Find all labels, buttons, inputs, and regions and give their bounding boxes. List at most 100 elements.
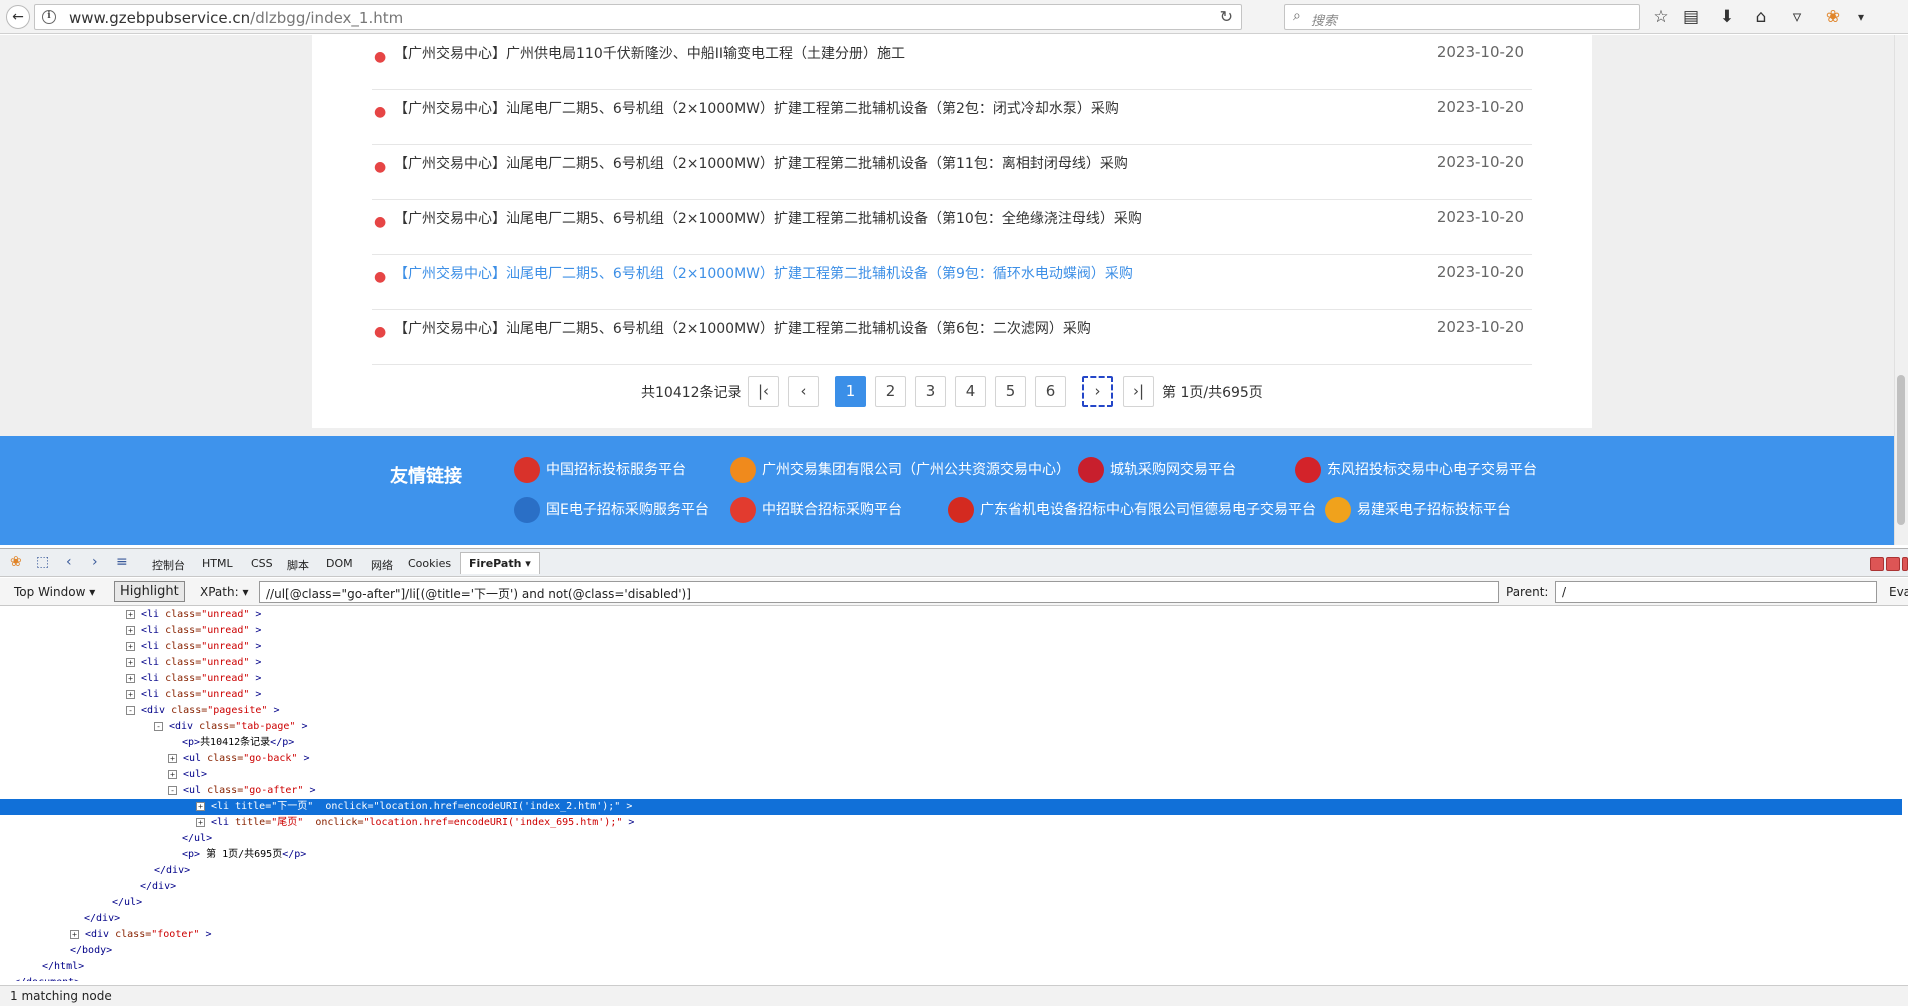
minimize-icon[interactable] [1870,557,1884,571]
bookmark-star-icon[interactable]: ☆ [1650,6,1672,28]
friend-link[interactable]: 东风招投标交易中心电子交易平台 [1295,457,1537,483]
page-button-4[interactable]: 4 [955,376,986,407]
detach-icon[interactable] [1886,557,1900,571]
dom-node[interactable]: + <li class="unread" > [0,607,1902,623]
friend-link[interactable]: 中国招标投标服务平台 [514,457,686,483]
news-item[interactable]: ● 【广州交易中心】汕尾电厂二期5、6号机组（2×1000MW）扩建工程第二批辅机… [372,145,1532,200]
dom-node[interactable]: + <li class="unread" > [0,623,1902,639]
page-button-6[interactable]: 6 [1035,376,1066,407]
news-title[interactable]: 【广州交易中心】汕尾电厂二期5、6号机组（2×1000MW）扩建工程第二批辅机设… [394,153,1128,173]
news-title[interactable]: 【广州交易中心】汕尾电厂二期5、6号机组（2×1000MW）扩建工程第二批辅机设… [394,208,1142,228]
dom-node[interactable]: </ul> [0,831,1902,847]
dom-node[interactable]: + <div class="footer" > [0,927,1902,943]
dom-node[interactable]: + <li class="unread" > [0,655,1902,671]
collapse-icon[interactable]: - [126,705,135,715]
friend-link[interactable]: 国E电子招标采购服务平台 [514,497,709,523]
news-item[interactable]: ● 【广州交易中心】汕尾电厂二期5、6号机组（2×1000MW）扩建工程第二批辅机… [372,310,1532,365]
expand-icon[interactable]: + [196,817,205,827]
dom-node[interactable]: + <li title="尾页" onclick="location.href=e… [0,815,1902,831]
home-icon[interactable]: ⌂ [1750,6,1772,28]
nav-back-icon[interactable]: ‹ [66,554,72,570]
next-page-button[interactable]: › [1082,376,1113,407]
expand-icon[interactable]: + [126,673,135,683]
url-bar[interactable]: i www.gzebpubservice.cn/dlzbgg/index_1.h… [34,4,1242,30]
dom-node[interactable]: </div> [0,863,1902,879]
firebug-icon[interactable]: ❀ [10,554,22,570]
dom-node-selected[interactable]: + <li title="下一页" onclick="location.href=… [0,799,1902,815]
menu-chevron-icon[interactable]: ▾ [1850,6,1872,28]
expand-icon[interactable]: + [70,929,79,939]
friend-link[interactable]: 中招联合招标采购平台 [730,497,902,523]
dom-node[interactable]: </ul> [0,895,1902,911]
dom-node[interactable]: + <ul class="go-back" > [0,751,1902,767]
highlight-button[interactable]: Highlight [114,581,185,602]
tab-network[interactable]: 网络 [371,557,393,573]
nav-forward-icon[interactable]: › [92,554,98,570]
expand-icon[interactable]: + [126,609,135,619]
last-page-button[interactable]: ›| [1123,376,1154,407]
news-item[interactable]: ● 【广州交易中心】汕尾电厂二期5、6号机组（2×1000MW）扩建工程第二批辅机… [372,255,1532,310]
expand-icon[interactable]: + [126,689,135,699]
expand-icon[interactable]: + [126,657,135,667]
friend-link[interactable]: 城轨采购网交易平台 [1078,457,1236,483]
info-icon[interactable]: i [42,10,56,24]
reading-list-icon[interactable]: ▤ [1680,6,1702,28]
page-scrollbar-thumb[interactable] [1897,375,1905,525]
search-input[interactable]: ⌕ 搜索 [1284,4,1640,30]
xpath-select[interactable]: XPath: ▾ [200,585,248,599]
page-button-1[interactable]: 1 [835,376,866,407]
friend-link[interactable]: 易建采电子招标投标平台 [1325,497,1511,523]
reload-icon[interactable]: ↻ [1220,7,1233,26]
page-button-5[interactable]: 5 [995,376,1026,407]
dom-node[interactable]: </html> [0,959,1902,975]
dom-node[interactable]: <p> 第 1页/共695页</p> [0,847,1902,863]
dom-node[interactable]: + <li class="unread" > [0,687,1902,703]
prev-page-button[interactable]: ‹ [788,376,819,407]
news-title[interactable]: 【广州交易中心】汕尾电厂二期5、6号机组（2×1000MW）扩建工程第二批辅机设… [394,318,1091,338]
eval-button[interactable]: Eva [1889,585,1908,599]
page-button-2[interactable]: 2 [875,376,906,407]
dom-node[interactable]: + <li class="unread" > [0,639,1902,655]
inspect-icon[interactable]: ⬚ [36,554,49,570]
tab-css[interactable]: CSS [251,557,273,570]
tab-html[interactable]: HTML [202,557,233,570]
tab-firepath[interactable]: FirePath ▾ [460,552,540,574]
dom-node[interactable]: <p>共10412条记录</p> [0,735,1902,751]
page-button-3[interactable]: 3 [915,376,946,407]
friend-link[interactable]: 广东省机电设备招标中心有限公司恒德易电子交易平台 [948,497,1316,523]
parent-input[interactable]: / [1555,581,1877,603]
command-line-icon[interactable]: ≡ [116,554,128,570]
expand-icon[interactable]: + [126,641,135,651]
pocket-icon[interactable]: ▿ [1786,6,1808,28]
collapse-icon[interactable]: - [154,721,163,731]
page-scrollbar[interactable] [1894,35,1908,545]
tab-console[interactable]: 控制台 [152,557,185,573]
news-item[interactable]: ● 【广州交易中心】广州供电局110千伏新隆沙、中船II输变电工程（土建分册）施工… [372,35,1532,90]
tab-cookies[interactable]: Cookies [408,557,451,570]
expand-icon[interactable]: + [196,801,205,811]
expand-icon[interactable]: + [126,625,135,635]
expand-icon[interactable]: + [168,769,177,779]
xpath-input[interactable]: //ul[@class="go-after"]/li[(@title='下一页'… [259,581,1499,603]
back-arrow-icon[interactable]: ← [6,5,30,29]
dom-node[interactable]: - <ul class="go-after" > [0,783,1902,799]
dom-node[interactable]: + <ul> [0,767,1902,783]
expand-icon[interactable]: + [168,753,177,763]
news-item[interactable]: ● 【广州交易中心】汕尾电厂二期5、6号机组（2×1000MW）扩建工程第二批辅机… [372,200,1532,255]
firebug-icon[interactable]: ❀ [1822,6,1844,28]
tab-dom[interactable]: DOM [326,557,353,570]
dom-node[interactable]: - <div class="tab-page" > [0,719,1902,735]
dom-node[interactable]: - <div class="pagesite" > [0,703,1902,719]
news-title[interactable]: 【广州交易中心】汕尾电厂二期5、6号机组（2×1000MW）扩建工程第二批辅机设… [394,98,1119,118]
friend-link[interactable]: 广州交易集团有限公司（广州公共资源交易中心） [730,457,1070,483]
download-icon[interactable]: ⬇ [1716,6,1738,28]
dom-node[interactable]: + <li class="unread" > [0,671,1902,687]
url-text[interactable]: www.gzebpubservice.cn/dlzbgg/index_1.htm [69,9,403,27]
first-page-button[interactable]: |‹ [748,376,779,407]
close-icon[interactable] [1902,557,1908,571]
news-title[interactable]: 【广州交易中心】广州供电局110千伏新隆沙、中船II输变电工程（土建分册）施工 [394,43,905,63]
dom-node[interactable]: </body> [0,943,1902,959]
tab-script[interactable]: 脚本 [287,557,309,573]
top-window-select[interactable]: Top Window ▾ [14,585,95,599]
dom-node[interactable]: </document> [0,975,1902,981]
